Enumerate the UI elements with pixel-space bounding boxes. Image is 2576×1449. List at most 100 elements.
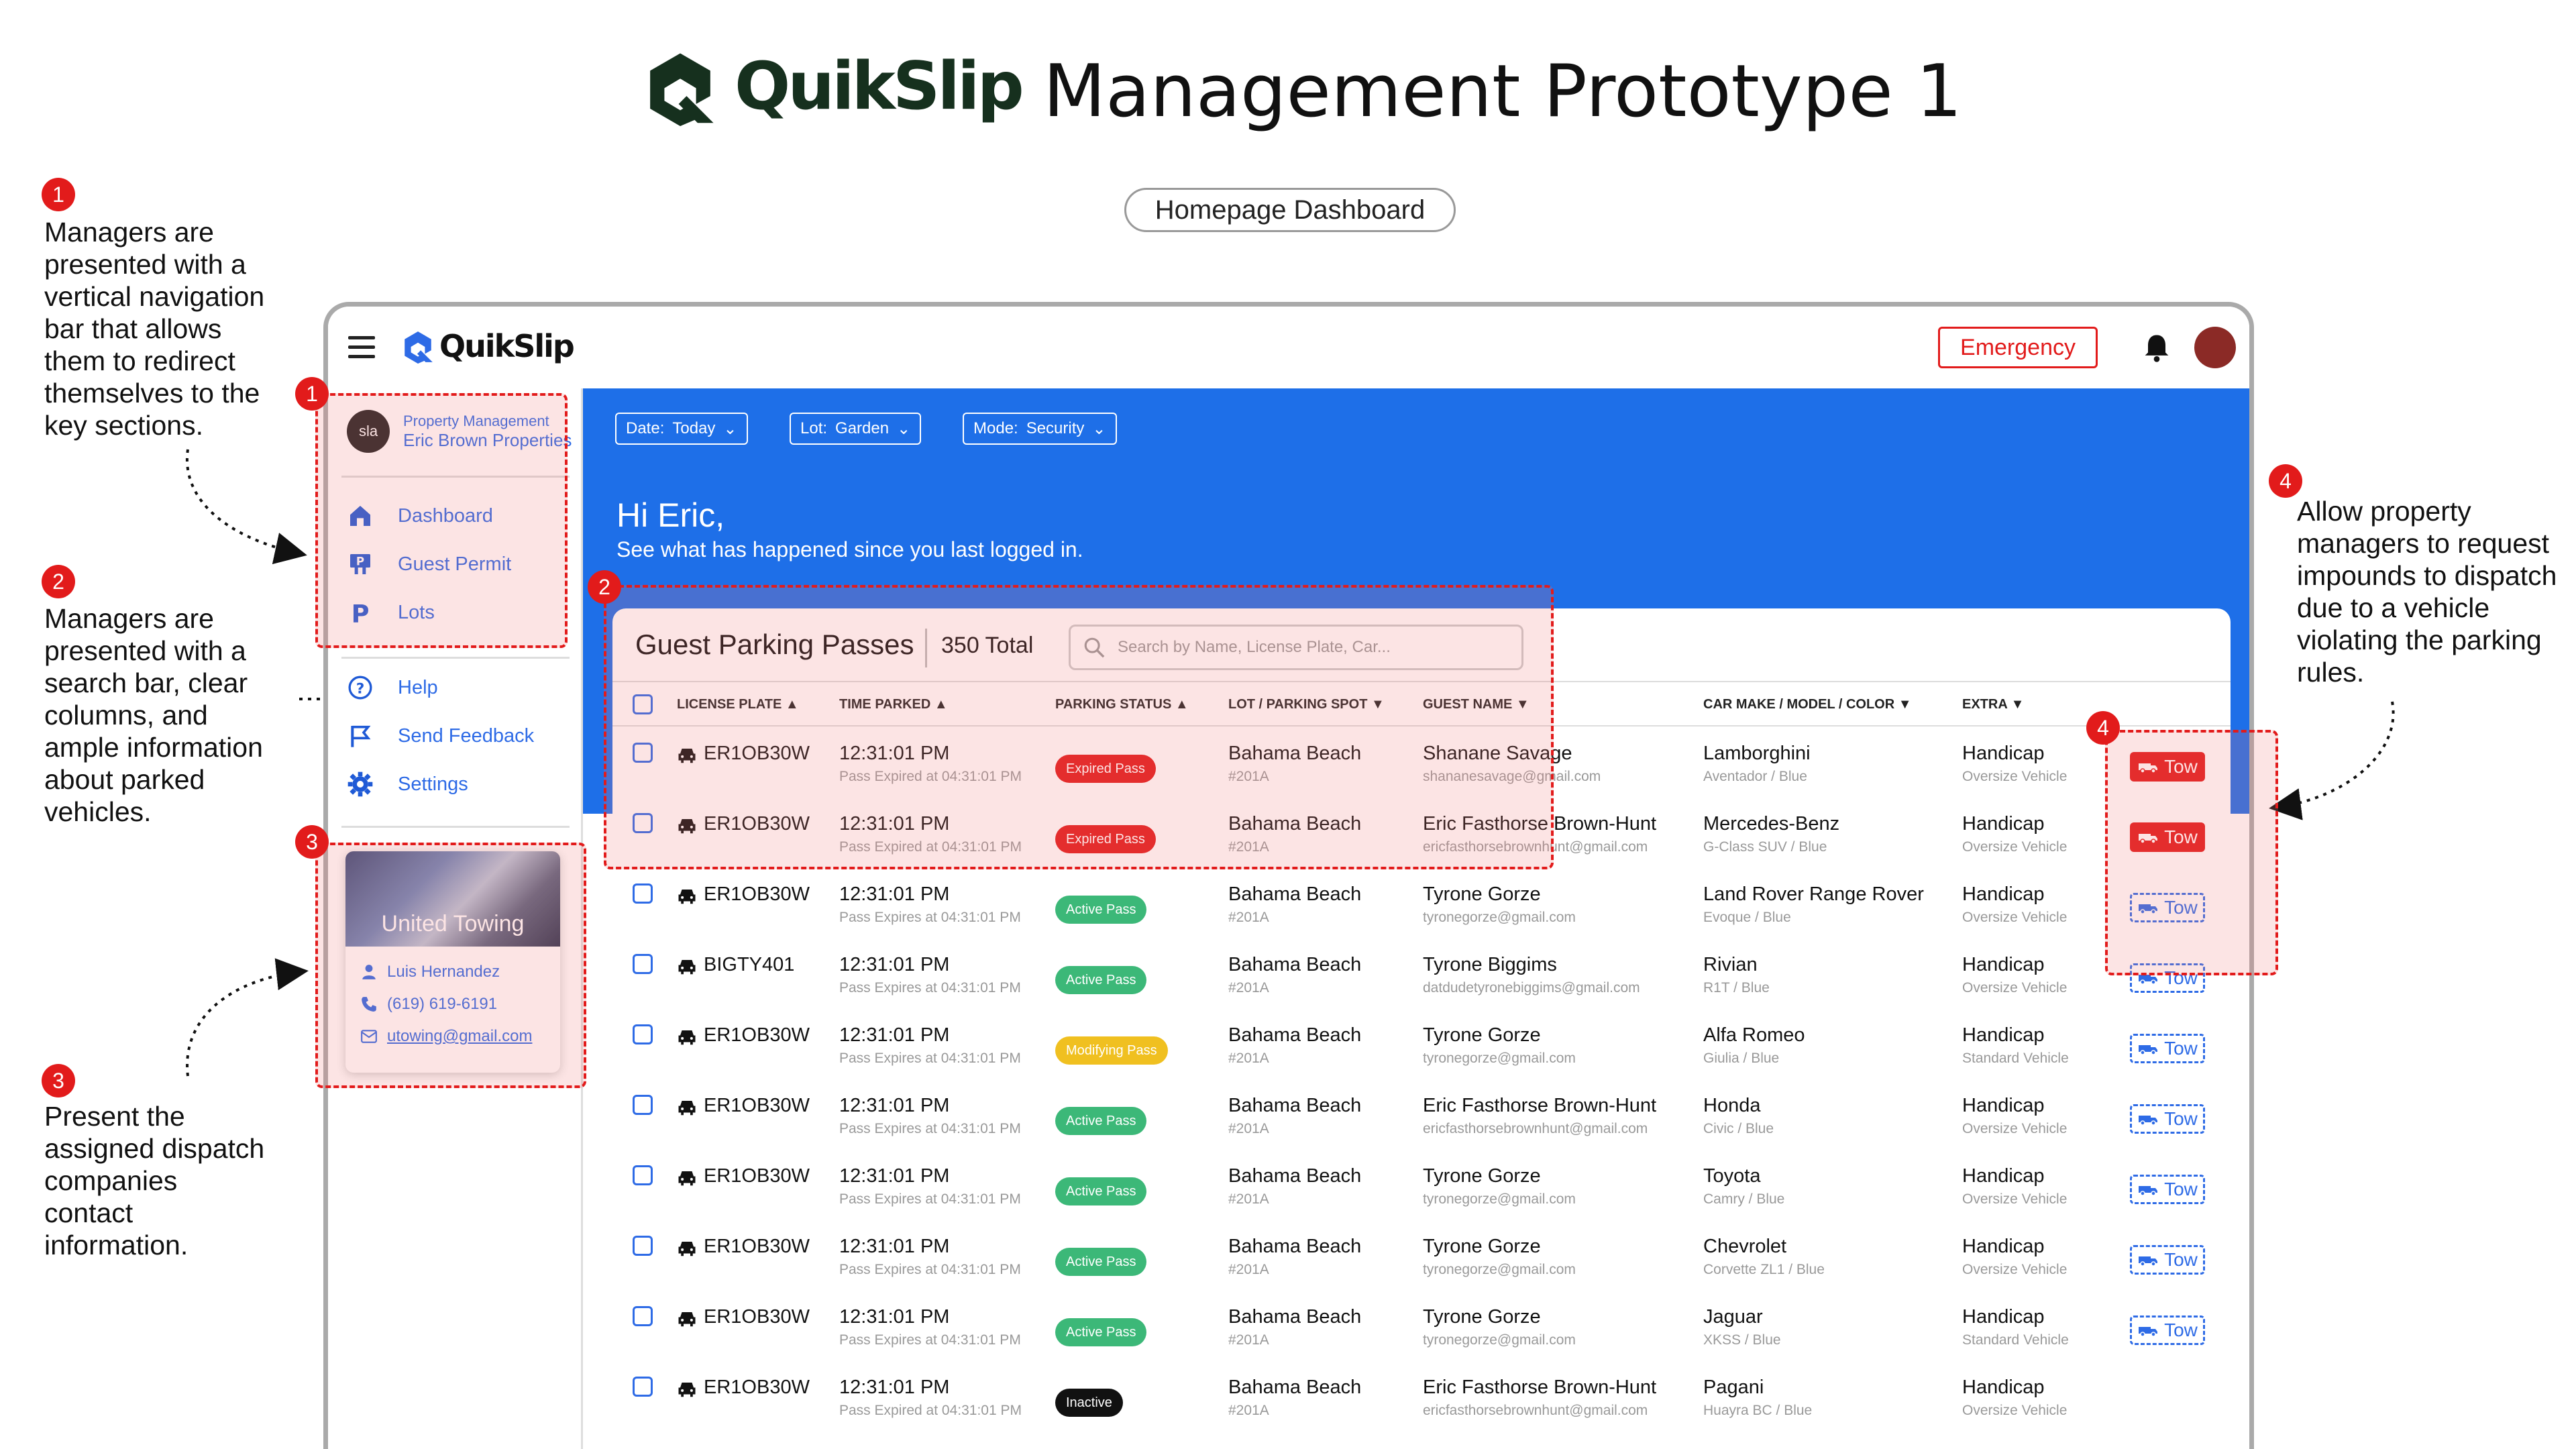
app-logo[interactable]: QuikSlip	[400, 328, 575, 364]
column-car[interactable]: CAR MAKE / MODEL / COLOR ▼	[1703, 697, 1912, 712]
filter-lot[interactable]: Lot: Garden ⌄	[790, 413, 922, 445]
car: Rivian R1T / Blue	[1703, 954, 1770, 996]
license-plate: ER1OB30W	[704, 883, 810, 905]
row-checkbox[interactable]	[633, 1024, 653, 1044]
guest-name: Tyrone Gorze	[1423, 883, 1541, 905]
row-checkbox[interactable]	[633, 1306, 653, 1326]
sidebar-divider	[341, 826, 570, 828]
bell-icon[interactable]	[2139, 331, 2174, 366]
row-checkbox[interactable]	[633, 954, 653, 974]
sidebar-item-settings[interactable]: Settings	[347, 771, 468, 798]
column-extra[interactable]: EXTRA ▼	[1962, 697, 2024, 712]
table-row[interactable]: BIGTY401 12:31:01 PM Pass Expires at 04:31…	[612, 938, 2231, 1008]
spot-number: #201A	[1228, 1332, 1269, 1348]
table-row[interactable]: ER1OB30W 12:31:01 PM Pass Expired at 04:31…	[612, 1360, 2231, 1431]
sidebar-item-send-feedback[interactable]: Send Feedback	[347, 722, 534, 749]
extra-note: Oversize Vehicle	[1962, 980, 2068, 996]
tow-truck-icon	[2139, 1116, 2158, 1126]
filter-mode[interactable]: Mode: Security ⌄	[963, 413, 1117, 445]
lot-spot: Bahama Beach #201A	[1228, 883, 1361, 926]
row-checkbox[interactable]	[633, 1236, 653, 1256]
car: Jaguar XKSS / Blue	[1703, 1306, 1781, 1348]
guest-name: Tyrone Gorze	[1423, 1024, 1541, 1046]
license-plate: ER1OB30W	[704, 1165, 810, 1187]
tow-button[interactable]: Tow	[2130, 1316, 2205, 1345]
car: Mercedes-Benz G-Class SUV / Blue	[1703, 813, 1839, 855]
greeting: Hi Eric,	[616, 496, 725, 534]
flag-icon	[351, 725, 371, 747]
time-value: 12:31:01 PM	[839, 1377, 950, 1398]
tow-button[interactable]: Tow	[2130, 1175, 2205, 1204]
lot-name: Bahama Beach	[1228, 1024, 1362, 1046]
tow-truck-icon	[2139, 1186, 2158, 1196]
emergency-button[interactable]: Emergency	[1938, 327, 2098, 368]
tow-button[interactable]: Tow	[2130, 1245, 2205, 1275]
status-badge: Active Pass	[1055, 1318, 1147, 1346]
hamburger-menu-icon[interactable]	[348, 336, 375, 359]
table-row[interactable]: ER1OB30W 12:31:01 PM Pass Expires at 04:31…	[612, 867, 2231, 938]
extra-note: Standard Vehicle	[1962, 1051, 2069, 1066]
row-checkbox[interactable]	[633, 883, 653, 904]
license-plate: ER1OB30W	[704, 1306, 810, 1328]
table-row[interactable]: ER1OB30W 12:31:01 PM Pass Expires at 04:31…	[612, 1220, 2231, 1290]
page-pill: Homepage Dashboard	[1124, 188, 1456, 232]
extra-value: Handicap	[1962, 1095, 2045, 1116]
car-model-color: G-Class SUV / Blue	[1703, 839, 1827, 855]
car: Land Rover Range Rover Evoque / Blue	[1703, 883, 1924, 926]
time-value: 12:31:01 PM	[839, 1236, 950, 1257]
filter-value: Today	[672, 419, 716, 437]
guest-name: Eric Fasthorse Brown-Hunt	[1423, 1377, 1657, 1398]
guest: Tyrone Biggims datdudetyronebiggims@gmail…	[1423, 954, 1640, 996]
table-row[interactable]: ER1OB30W 12:31:01 PM Pass Expires at 04:31…	[612, 1079, 2231, 1149]
guest-name: Tyrone Gorze	[1423, 1236, 1541, 1257]
quikslip-logo-icon	[405, 331, 433, 364]
status-badge: Active Pass	[1055, 1107, 1147, 1135]
car: Honda Civic / Blue	[1703, 1095, 1774, 1137]
lot-name: Bahama Beach	[1228, 1095, 1362, 1116]
table-row[interactable]: ER1OB30W 12:31:01 PM Pass Expires at 04:31…	[612, 1290, 2231, 1360]
time-value: 12:31:01 PM	[839, 883, 950, 905]
chevron-down-icon: ⌄	[723, 419, 737, 438]
time-note: Pass Expires at 04:31:01 PM	[839, 910, 1021, 925]
guest: Tyrone Gorze tyronegorze@gmail.com	[1423, 1236, 1576, 1278]
lot-spot: Bahama Beach #201A	[1228, 954, 1361, 996]
extra-value: Handicap	[1962, 1377, 2045, 1398]
tow-label: Tow	[2164, 1038, 2198, 1059]
status-badge: Inactive	[1055, 1389, 1123, 1417]
car-make: Chevrolet	[1703, 1236, 1787, 1257]
highlight-tow-buttons	[2105, 730, 2278, 975]
car-icon	[678, 1312, 696, 1327]
user-avatar[interactable]	[2194, 327, 2236, 368]
car-model-color: Corvette ZL1 / Blue	[1703, 1262, 1825, 1277]
tow-button[interactable]: Tow	[2130, 1104, 2205, 1134]
spot-number: #201A	[1228, 980, 1269, 996]
row-checkbox[interactable]	[633, 1377, 653, 1397]
license-plate: ER1OB30W	[704, 1024, 810, 1046]
tow-label: Tow	[2164, 1249, 2198, 1270]
annotation-2-badge: 2	[42, 565, 75, 598]
row-checkbox[interactable]	[633, 1165, 653, 1185]
annotation-1-badge: 1	[42, 178, 75, 211]
car-make: Toyota	[1703, 1165, 1761, 1187]
time-note: Pass Expires at 04:31:01 PM	[839, 980, 1021, 996]
lot-name: Bahama Beach	[1228, 954, 1362, 975]
chevron-down-icon: ⌄	[897, 419, 911, 438]
tow-truck-icon	[2139, 1045, 2158, 1055]
guest-name: Tyrone Gorze	[1423, 1165, 1541, 1187]
car-model-color: Civic / Blue	[1703, 1121, 1774, 1136]
sidebar-item-help[interactable]: ? Help	[347, 674, 438, 701]
extra-value: Handicap	[1962, 1236, 2045, 1257]
tow-button[interactable]: Tow	[2130, 1034, 2205, 1063]
tow-truck-icon	[2139, 1327, 2158, 1337]
time-value: 12:31:01 PM	[839, 1024, 950, 1046]
car-model-color: Giulia / Blue	[1703, 1051, 1780, 1066]
table-row[interactable]: ER1OB30W 12:31:01 PM Pass Expires at 04:31…	[612, 1149, 2231, 1220]
row-checkbox[interactable]	[633, 1095, 653, 1115]
time-parked: 12:31:01 PM Pass Expires at 04:31:01 PM	[839, 883, 1021, 926]
filter-date[interactable]: Date: Today ⌄	[615, 413, 748, 445]
car-make: Pagani	[1703, 1377, 1764, 1398]
car-make: Honda	[1703, 1095, 1761, 1116]
guest-email: tyronegorze@gmail.com	[1423, 1262, 1576, 1277]
table-row[interactable]: ER1OB30W 12:31:01 PM Pass Expires at 04:31…	[612, 1008, 2231, 1079]
guest-email: datdudetyronebiggims@gmail.com	[1423, 980, 1640, 996]
